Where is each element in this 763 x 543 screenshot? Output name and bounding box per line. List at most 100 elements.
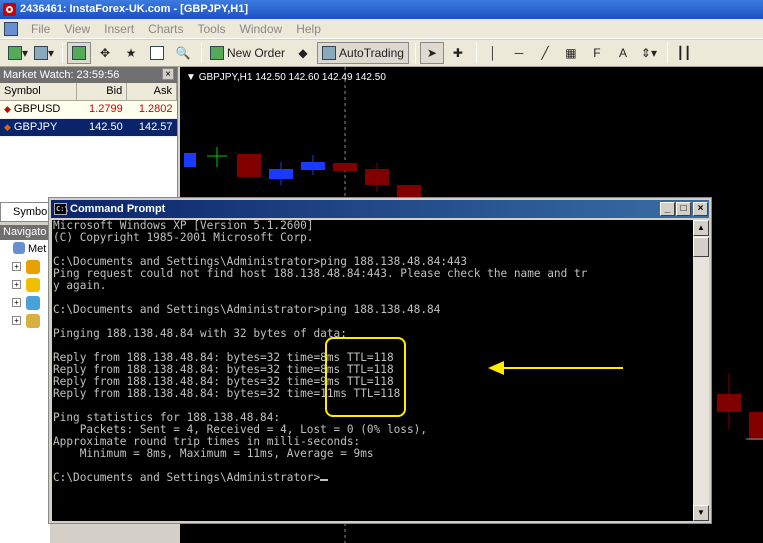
expand-icon[interactable]: + — [12, 298, 21, 307]
scroll-up-icon[interactable]: ▲ — [693, 220, 709, 236]
expand-icon[interactable]: + — [12, 280, 21, 289]
scripts-icon — [26, 314, 40, 328]
close-button[interactable]: × — [693, 202, 708, 216]
accounts-icon — [26, 260, 40, 274]
annotation-arrow-icon — [488, 361, 504, 375]
menu-insert[interactable]: Insert — [97, 22, 141, 36]
market-watch-header: Market Watch: 23:59:56 × — [0, 67, 177, 83]
new-chart-icon[interactable]: ▾ — [6, 42, 30, 64]
candle — [237, 154, 261, 177]
symbol-cell: GBPUSD — [13, 103, 61, 115]
profiles-icon[interactable]: ▾ — [32, 42, 56, 64]
metaeditor-icon[interactable]: ◆ — [291, 42, 315, 64]
expert-advisors-icon — [26, 296, 40, 310]
navigator-panel: Navigato Met + + + + — [0, 225, 50, 543]
highlight-annotation-box — [325, 337, 406, 417]
nav-item-label: Met — [28, 243, 47, 255]
channel-icon[interactable]: ▦ — [559, 42, 583, 64]
toolbar-separator — [201, 43, 202, 63]
column-bid[interactable]: Bid — [76, 83, 128, 101]
bid-cell: 142.50 — [76, 118, 127, 137]
console-line: Minimum = 8ms, Maximum = 11ms, Average =… — [53, 447, 374, 460]
toolbar-separator — [414, 43, 416, 63]
nav-item[interactable]: Met — [0, 240, 50, 258]
close-icon[interactable]: × — [162, 68, 174, 80]
window-title: 2436461: InstaForex-UK.com - [GBPJPY,H1] — [20, 3, 249, 15]
text-cursor — [320, 479, 329, 481]
vertical-scrollbar[interactable]: ▲ ▼ — [693, 220, 709, 521]
menu-help[interactable]: Help — [289, 22, 328, 36]
expand-icon[interactable]: + — [12, 262, 21, 271]
down-arrow-icon: ◆ — [4, 122, 11, 132]
console-line: (C) Copyright 1985-2001 Microsoft Corp. — [53, 231, 314, 244]
chart-label: ▼ GBPJPY,H1 142.50 142.60 142.49 142.50 — [186, 72, 386, 83]
console-line: C:\Documents and Settings\Administrator> — [53, 471, 321, 484]
command-prompt-titlebar[interactable]: C:\ Command Prompt _ □ × — [51, 200, 709, 218]
menu-charts[interactable]: Charts — [141, 22, 190, 36]
maximize-button[interactable]: □ — [676, 202, 691, 216]
terminal-icon[interactable] — [145, 42, 169, 64]
symbols-tab[interactable]: Symbo — [0, 202, 50, 222]
candle — [301, 162, 325, 170]
metatrader-icon — [13, 242, 25, 254]
minimize-button[interactable]: _ — [660, 202, 675, 216]
table-row[interactable]: ◆ GBPJPY 142.50 142.57 — [0, 118, 177, 137]
nav-item[interactable]: + — [0, 276, 50, 294]
menu-window[interactable]: Window — [233, 22, 290, 36]
crosshair-icon[interactable]: ✚ — [446, 42, 470, 64]
menu-file[interactable]: File — [24, 22, 57, 36]
new-order-button[interactable]: New Order — [206, 42, 289, 64]
annotation-arrow-shaft — [500, 367, 623, 369]
app-logo-icon — [3, 3, 16, 16]
bid-cell: 1.2799 — [76, 100, 127, 119]
ask-cell: 1.2802 — [126, 100, 177, 119]
market-watch-toggle-icon[interactable] — [67, 42, 91, 64]
fibonacci-icon[interactable]: F — [585, 42, 609, 64]
market-watch-table: Symbol Bid Ask ◆ GBPUSD 1.2799 1.2802 ◆ GB… — [0, 83, 177, 137]
horizontal-line-icon[interactable]: ─ — [507, 42, 531, 64]
crosshair-target-icon[interactable]: ✥ — [93, 42, 117, 64]
console-prompt-line[interactable]: C:\Documents and Settings\Administrator> — [53, 472, 693, 484]
table-row[interactable]: ◆ GBPUSD 1.2799 1.2802 — [0, 100, 177, 119]
menu-bar: File View Insert Charts Tools Window Hel… — [0, 19, 763, 39]
strategy-tester-icon[interactable]: 🔍 — [171, 42, 195, 64]
favorites-icon[interactable]: ★ — [119, 42, 143, 64]
command-prompt-title: Command Prompt — [70, 203, 166, 215]
column-symbol[interactable]: Symbol — [0, 83, 78, 101]
up-arrow-icon: ◆ — [4, 104, 11, 114]
cursor-icon[interactable]: ➤ — [419, 42, 444, 64]
ask-cell: 142.57 — [126, 118, 177, 137]
indicators-icon — [26, 278, 40, 292]
candle — [365, 169, 389, 185]
column-ask[interactable]: Ask — [126, 83, 177, 101]
trendline-icon[interactable]: ╱ — [533, 42, 557, 64]
candle — [749, 412, 763, 440]
nav-item[interactable]: + — [0, 294, 50, 312]
toolbar-separator — [666, 43, 668, 63]
scroll-thumb[interactable] — [693, 237, 709, 257]
market-watch-title: Market Watch: 23:59:56 — [3, 69, 120, 81]
nav-item[interactable]: + — [0, 258, 50, 276]
symbol-cell: GBPJPY — [13, 121, 58, 133]
arrows-icon[interactable]: ⇕▾ — [637, 42, 661, 64]
candle — [184, 153, 196, 167]
market-watch-panel: Market Watch: 23:59:56 × Symbol Bid Ask … — [0, 67, 178, 202]
text-tool-button[interactable]: A — [611, 42, 635, 64]
bar-chart-icon[interactable]: ┃┃ — [672, 42, 696, 64]
auto-trading-button[interactable]: AutoTrading — [317, 42, 409, 64]
navigator-title: Navigato — [0, 225, 50, 240]
vertical-line-icon[interactable]: │ — [481, 42, 505, 64]
menu-view[interactable]: View — [57, 22, 97, 36]
candle — [717, 394, 741, 412]
main-toolbar: ▾ ▾ ✥ ★ 🔍 New Order ◆ AutoTrading ➤ ✚ │ … — [0, 40, 763, 67]
toolbar-separator — [475, 43, 477, 63]
window-titlebar: 2436461: InstaForex-UK.com - [GBPJPY,H1] — [0, 0, 763, 19]
toolbar-separator — [62, 43, 63, 63]
document-icon[interactable] — [4, 21, 18, 36]
candle — [333, 163, 357, 171]
menu-tools[interactable]: Tools — [191, 22, 233, 36]
scroll-down-icon[interactable]: ▼ — [693, 505, 709, 521]
expand-icon[interactable]: + — [12, 316, 21, 325]
nav-item[interactable]: + — [0, 312, 50, 330]
console-line: C:\Documents and Settings\Administrator>… — [53, 303, 441, 316]
